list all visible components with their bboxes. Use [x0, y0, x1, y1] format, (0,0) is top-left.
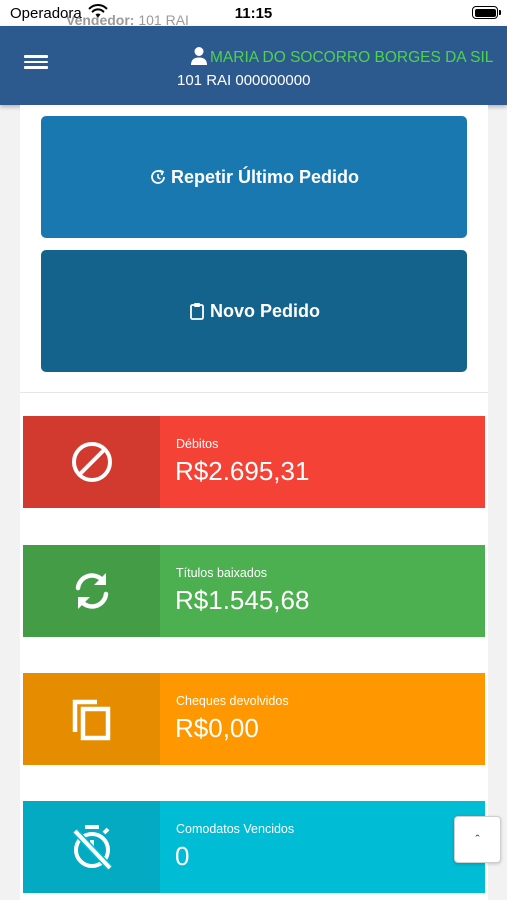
customer-code: 101 RAI 000000000: [177, 72, 311, 89]
timer-off-icon: [71, 825, 113, 871]
comodatos-body: Comodatos Vencidos 0: [160, 801, 485, 893]
person-icon: [191, 47, 207, 65]
action-panel: Repetir Último Pedido Novo Pedido: [20, 105, 488, 393]
sync-icon: [75, 573, 108, 609]
cheques-card[interactable]: Cheques devolvidos R$0,00: [23, 673, 485, 765]
debitos-body: Débitos R$2.695,31: [160, 416, 485, 508]
block-icon: [71, 442, 112, 482]
new-order-label: Novo Pedido: [209, 300, 320, 321]
main-content: Repetir Último Pedido Novo Pedido Débito…: [20, 105, 488, 900]
repeat-last-order-button[interactable]: Repetir Último Pedido: [41, 116, 467, 238]
titulos-body: Títulos baixados R$1.545,68: [160, 545, 485, 637]
cheques-body: Cheques devolvidos R$0,00: [160, 673, 485, 765]
comodatos-card[interactable]: Comodatos Vencidos 0: [23, 801, 485, 893]
clock: 11:15: [234, 5, 273, 22]
debitos-card[interactable]: Débitos R$2.695,31: [23, 416, 485, 508]
battery-icon: [472, 6, 501, 19]
cheques-value: R$0,00: [175, 713, 259, 743]
titulos-label: Títulos baixados: [176, 566, 268, 580]
customer-name: MARIA DO SOCORRO BORGES DA SIL: [210, 49, 494, 66]
repeat-last-order-label: Repetir Último Pedido: [170, 166, 359, 187]
customer-line: MARIA DO SOCORRO BORGES DA SIL: [190, 46, 500, 70]
debitos-value: R$2.695,31: [175, 456, 310, 486]
comodatos-value: 0: [175, 841, 190, 871]
debitos-label: Débitos: [176, 437, 219, 451]
chevron-up-icon: ˆ: [475, 832, 480, 847]
copy-icon: [72, 699, 110, 741]
titulos-value: R$1.545,68: [175, 585, 310, 615]
titulos-icon-box: [23, 545, 160, 637]
cheques-label: Cheques devolvidos: [176, 694, 289, 708]
app-header: MARIA DO SOCORRO BORGES DA SIL 101 RAI 0…: [0, 26, 507, 105]
comodatos-label: Comodatos Vencidos: [176, 822, 295, 836]
debitos-icon-box: [23, 416, 160, 508]
hamburger-menu-button[interactable]: [22, 52, 50, 76]
status-bar: Vendedor: 101 RAI Operadora 11:15: [0, 0, 507, 28]
new-order-button[interactable]: Novo Pedido: [41, 250, 467, 372]
titulos-card[interactable]: Títulos baixados R$1.545,68: [23, 545, 485, 637]
clipboard-icon: [190, 303, 204, 320]
clock-arrow-icon: [151, 169, 165, 184]
cheques-icon-box: [23, 673, 160, 765]
scroll-to-top-button[interactable]: ˆ: [454, 816, 501, 863]
comodatos-icon-box: [23, 801, 160, 893]
